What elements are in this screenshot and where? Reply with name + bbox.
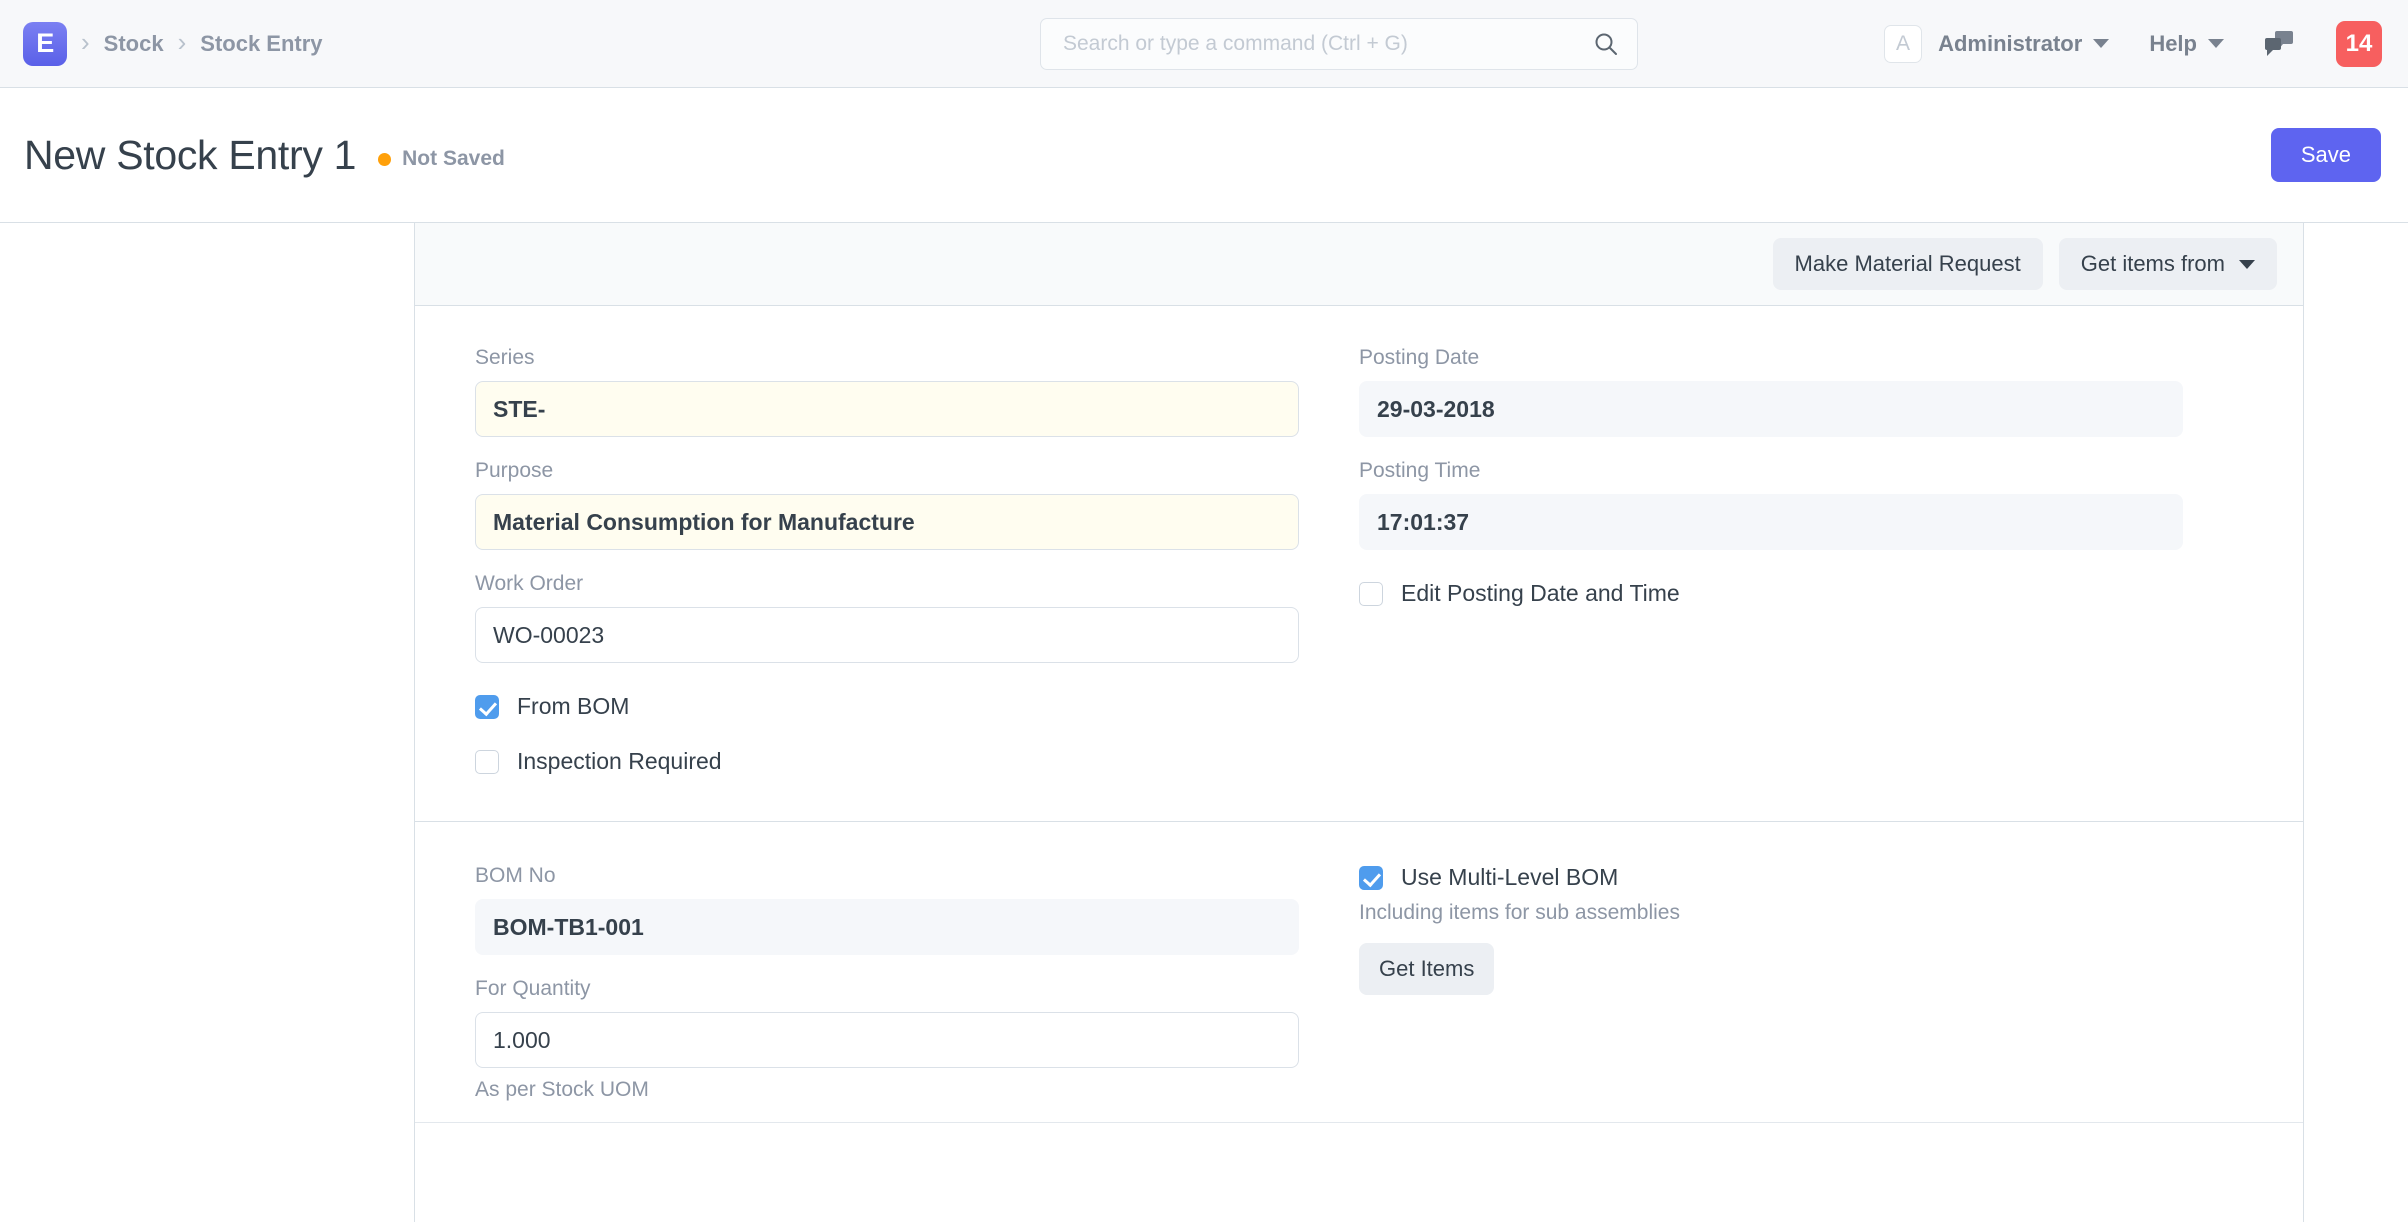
status-badge: Not Saved — [378, 147, 505, 171]
help-menu-label: Help — [2149, 30, 2197, 56]
avatar: A — [1884, 24, 1923, 63]
form-container: Make Material Request Get items from Ser… — [414, 223, 2304, 1222]
breadcrumb: E › Stock › Stock Entry — [0, 21, 323, 66]
chevron-right-icon: › — [81, 26, 90, 57]
edit-posting-checkbox-row[interactable]: Edit Posting Date and Time — [1359, 580, 2183, 607]
use-multi-level-bom-checkbox-row[interactable]: Use Multi-Level BOM — [1359, 864, 2183, 891]
for-quantity-input[interactable]: 1.000 — [475, 1012, 1299, 1068]
for-quantity-label: For Quantity — [475, 977, 591, 1000]
details-left-column: Series STE- Purpose Material Consumption… — [475, 346, 1359, 775]
bom-section: BOM No BOM-TB1-001 For Quantity 1.000 As… — [415, 821, 2303, 1122]
chevron-down-icon — [2239, 259, 2255, 269]
bom-no-field: BOM No BOM-TB1-001 — [475, 864, 1299, 955]
save-button[interactable]: Save — [2270, 128, 2381, 182]
help-menu[interactable]: Help — [2149, 31, 2224, 57]
breadcrumb-item-stock[interactable]: Stock — [104, 31, 164, 57]
bom-no-label: BOM No — [475, 864, 556, 887]
breadcrumb-item-stock-entry[interactable]: Stock Entry — [200, 31, 322, 57]
search-box[interactable] — [1040, 17, 1638, 70]
edit-posting-label: Edit Posting Date and Time — [1401, 580, 1680, 606]
search-input[interactable] — [1063, 31, 1593, 56]
series-input[interactable]: STE- — [475, 381, 1299, 437]
inspection-required-checkbox[interactable] — [475, 749, 499, 774]
work-order-field: Work Order WO-00023 — [475, 572, 1299, 663]
chevron-right-icon: › — [177, 26, 187, 57]
use-multi-level-bom-checkbox[interactable] — [1359, 865, 1383, 890]
for-quantity-field: For Quantity 1.000 As per Stock UOM — [475, 977, 1299, 1102]
get-items-from-label: Get items from — [2080, 251, 2225, 276]
posting-time-field: Posting Time 17:01:37 — [1359, 459, 2183, 550]
for-quantity-help: As per Stock UOM — [475, 1078, 649, 1101]
chevron-down-icon — [2208, 39, 2224, 48]
details-right-column: Posting Date 29-03-2018 Posting Time 17:… — [1359, 346, 2243, 775]
main-content: Make Material Request Get items from Ser… — [0, 223, 2408, 1222]
edit-posting-checkbox[interactable] — [1359, 581, 1383, 606]
purpose-select[interactable]: Material Consumption for Manufacture — [475, 494, 1299, 550]
bom-left-column: BOM No BOM-TB1-001 For Quantity 1.000 As… — [475, 864, 1359, 1102]
chat-icon[interactable] — [2264, 30, 2294, 58]
from-bom-checkbox-row[interactable]: From BOM — [475, 693, 1299, 720]
status-badge-label: Not Saved — [402, 147, 505, 170]
posting-date-label: Posting Date — [1359, 346, 1480, 369]
from-bom-label: From BOM — [517, 693, 630, 719]
navbar-right-group: A Administrator Help 14 — [1884, 20, 2382, 67]
bom-right-column: Use Multi-Level BOM Including items for … — [1359, 864, 2243, 1102]
page-title: New Stock Entry 1 — [24, 131, 357, 178]
make-material-request-button[interactable]: Make Material Request — [1772, 238, 2043, 290]
purpose-field: Purpose Material Consumption for Manufac… — [475, 459, 1299, 550]
section-divider — [415, 1122, 2303, 1123]
inspection-required-checkbox-row[interactable]: Inspection Required — [475, 748, 1299, 775]
series-field: Series STE- — [475, 346, 1299, 437]
global-search — [1040, 17, 1638, 70]
notification-badge[interactable]: 14 — [2336, 20, 2382, 67]
chevron-down-icon — [2093, 39, 2110, 48]
posting-time-input[interactable]: 17:01:37 — [1359, 494, 2183, 550]
work-order-label: Work Order — [475, 572, 584, 595]
use-multi-level-bom-help: Including items for sub assemblies — [1359, 901, 1680, 924]
work-order-input[interactable]: WO-00023 — [475, 607, 1299, 663]
status-dot-icon — [378, 152, 392, 166]
get-items-button[interactable]: Get Items — [1359, 943, 1495, 995]
user-menu[interactable]: Administrator — [1938, 30, 2110, 57]
from-bom-checkbox[interactable] — [475, 694, 499, 719]
posting-date-field: Posting Date 29-03-2018 — [1359, 346, 2183, 437]
use-multi-level-bom-label: Use Multi-Level BOM — [1401, 864, 1619, 890]
purpose-label: Purpose — [475, 459, 554, 482]
series-label: Series — [475, 346, 535, 369]
details-section: Series STE- Purpose Material Consumption… — [415, 306, 2303, 821]
get-items-from-dropdown[interactable]: Get items from — [2058, 238, 2277, 290]
make-material-request-label: Make Material Request — [1794, 251, 2021, 276]
posting-time-label: Posting Time — [1359, 459, 1481, 482]
bom-no-input[interactable]: BOM-TB1-001 — [475, 899, 1299, 955]
search-icon[interactable] — [1593, 31, 1619, 57]
posting-date-input[interactable]: 29-03-2018 — [1359, 381, 2183, 437]
page-title-group: New Stock Entry 1 Not Saved — [0, 132, 505, 179]
form-toolbar: Make Material Request Get items from — [415, 223, 2303, 306]
app-logo-icon[interactable]: E — [23, 21, 67, 66]
top-navbar: E › Stock › Stock Entry A Administrator … — [0, 0, 2408, 88]
user-menu-label: Administrator — [1938, 30, 2083, 56]
page-header: New Stock Entry 1 Not Saved Save — [0, 88, 2408, 223]
inspection-required-label: Inspection Required — [517, 748, 722, 774]
